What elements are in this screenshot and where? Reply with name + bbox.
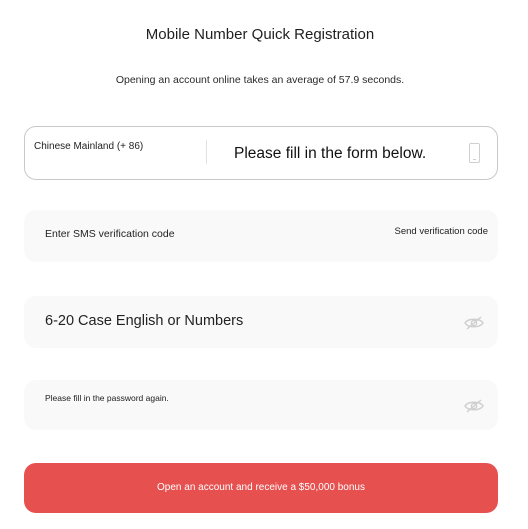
password-field[interactable]: 6-20 Case English or Numbers xyxy=(24,296,498,348)
mobile-phone-icon xyxy=(469,143,480,163)
sms-code-field[interactable]: Enter SMS verification code Send verific… xyxy=(24,210,498,262)
send-code-button[interactable]: Send verification code xyxy=(395,226,488,237)
phone-number-input[interactable]: Please fill in the form below. xyxy=(219,137,464,171)
country-code-selector[interactable]: Chinese Mainland (+ 86) xyxy=(34,141,143,152)
page-title: Mobile Number Quick Registration xyxy=(145,26,375,43)
page-subtitle: Opening an account online takes an avera… xyxy=(115,74,405,86)
sms-code-input[interactable]: Enter SMS verification code xyxy=(45,228,175,240)
eye-hidden-icon[interactable] xyxy=(464,399,484,413)
password-input[interactable]: 6-20 Case English or Numbers xyxy=(45,313,243,329)
eye-hidden-icon[interactable] xyxy=(464,316,484,330)
registration-page: Mobile Number Quick Registration Opening… xyxy=(0,0,528,529)
field-divider xyxy=(206,140,207,164)
confirm-password-input[interactable]: Please fill in the password again. xyxy=(45,393,169,403)
open-account-button[interactable]: Open an account and receive a $50,000 bo… xyxy=(24,463,498,513)
phone-field: Chinese Mainland (+ 86) Please fill in t… xyxy=(24,126,498,180)
confirm-password-field[interactable]: Please fill in the password again. xyxy=(24,380,498,430)
